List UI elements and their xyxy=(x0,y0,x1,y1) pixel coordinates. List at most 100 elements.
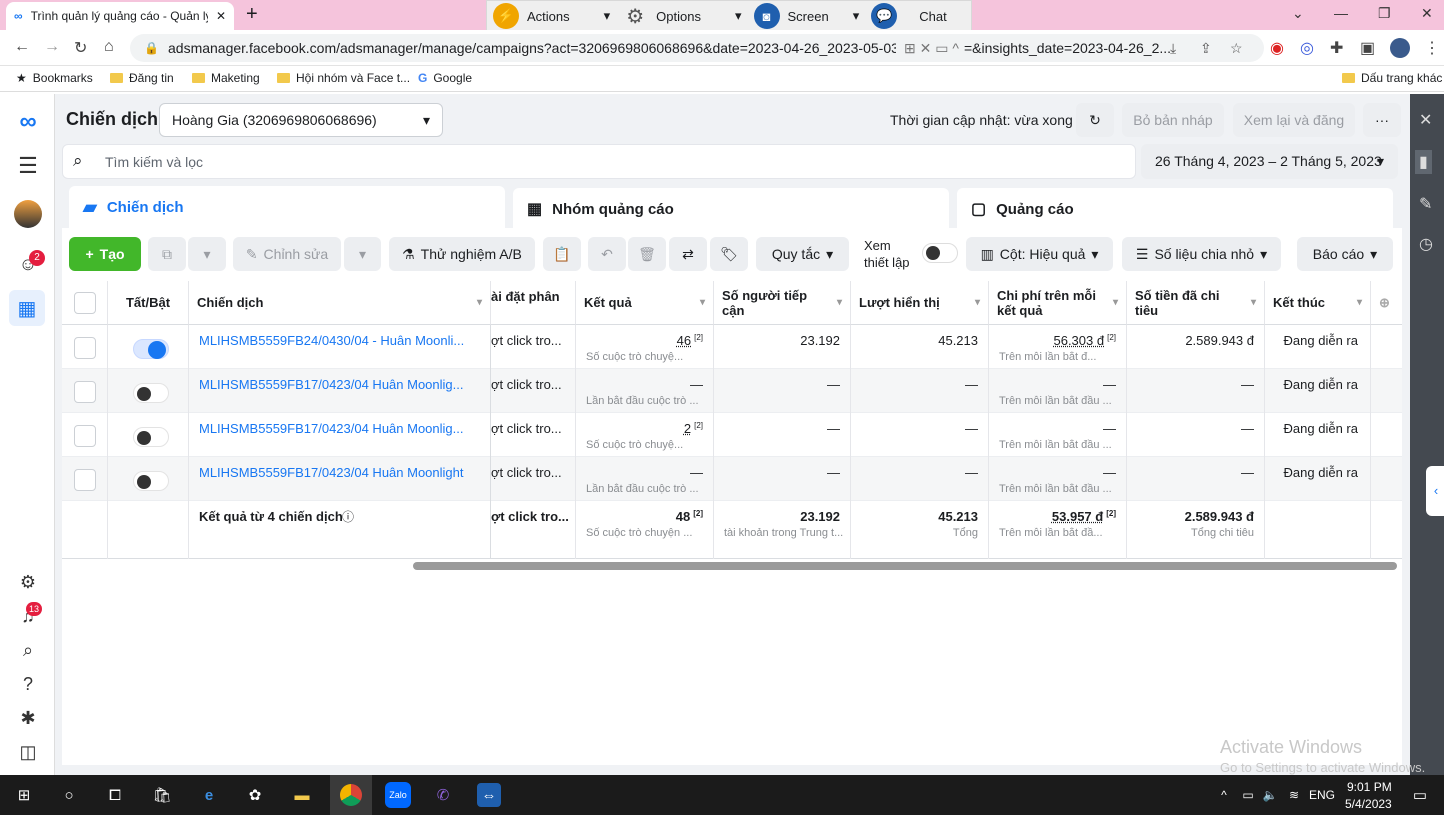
reach-header[interactable]: Số người tiếp cận ▾ xyxy=(714,281,851,325)
browser-tab[interactable]: ∞ Trình quản lý quảng cáo - Quản lý ✕ xyxy=(6,2,234,30)
info-icon[interactable]: ⓘ xyxy=(342,508,354,525)
clock-time[interactable]: 9:01 PM xyxy=(1347,780,1392,794)
search-circle-icon[interactable]: ○ xyxy=(57,783,81,807)
campaign-header[interactable]: Chiến dịch ▾ xyxy=(189,281,491,325)
toggle-header[interactable]: Tất/Bật xyxy=(108,281,189,325)
close-tab-icon[interactable]: ✕ xyxy=(216,9,226,23)
bug-icon[interactable]: ✱ xyxy=(14,704,42,732)
settings-icon[interactable]: ⚙ xyxy=(14,568,42,596)
extension-icon[interactable]: ◎ xyxy=(1300,38,1314,58)
review-publish-button[interactable]: Xem lại và đăng xyxy=(1233,103,1355,137)
pencil-icon[interactable]: ✎ xyxy=(1419,194,1432,214)
new-tab-button[interactable]: + xyxy=(246,4,258,24)
results-header[interactable]: Kết quả ▾ xyxy=(576,281,714,325)
meta-logo-icon[interactable]: ∞ xyxy=(14,108,42,136)
tab-search-icon[interactable]: ⌄ xyxy=(1292,5,1304,22)
forward-icon[interactable]: → xyxy=(44,38,60,56)
date-range-picker[interactable]: 26 Tháng 4, 2023 – 2 Tháng 5, 2023 ▾ xyxy=(1141,144,1398,179)
cpr-header[interactable]: Chi phí trên mỗi kết quả ▾ xyxy=(989,281,1127,325)
back-icon[interactable]: ← xyxy=(14,38,30,56)
chrome-taskbar-item[interactable] xyxy=(330,775,372,815)
extension-record-icon[interactable]: ◉ xyxy=(1270,38,1284,58)
collapse-panel-icon[interactable]: ‹ xyxy=(1426,466,1444,516)
campaigns-nav-icon[interactable]: ▦ xyxy=(9,290,45,326)
options-button[interactable]: ⚙ Options ▾ xyxy=(616,3,747,29)
wifi-icon[interactable]: ≋ xyxy=(1282,783,1306,807)
edge-icon[interactable]: e xyxy=(197,783,221,807)
row-checkbox[interactable] xyxy=(74,469,96,491)
notification-center-icon[interactable]: ▭ xyxy=(1408,783,1432,807)
table-row[interactable]: MLIHSMB5559FB24/0430/04 - Huân Moonli...… xyxy=(62,325,1402,369)
viber-icon[interactable]: ✆ xyxy=(431,783,455,807)
ab-test-button[interactable]: ⚗ Thử nghiệm A/B xyxy=(389,237,535,271)
add-column-icon[interactable]: ⊕ xyxy=(1371,281,1402,325)
columns-button[interactable]: ▥ Cột: Hiệu quả ▾ xyxy=(966,237,1113,271)
campaign-toggle[interactable] xyxy=(133,471,169,491)
tab-adsets[interactable]: ▦ Nhóm quảng cáo xyxy=(513,188,949,230)
close-icon[interactable]: ✕ xyxy=(1419,110,1432,130)
campaign-name-link[interactable]: MLIHSMB5559FB24/0430/04 - Huân Moonli... xyxy=(199,333,471,348)
bookmark-other[interactable]: Dấu trang khác xyxy=(1342,71,1442,85)
reports-button[interactable]: Báo cáo ▾ xyxy=(1297,237,1393,271)
row-checkbox[interactable] xyxy=(74,381,96,403)
more-button[interactable]: ··· xyxy=(1363,103,1401,137)
undo-button[interactable]: ↶ xyxy=(588,237,626,271)
star-icon[interactable]: ☆ xyxy=(1230,34,1243,62)
horizontal-scrollbar[interactable] xyxy=(413,562,1397,570)
export-button[interactable]: ⇄ xyxy=(669,237,707,271)
maximize-icon[interactable]: ❐ xyxy=(1378,5,1391,22)
attribution-header[interactable]: ài đặt phân xyxy=(491,281,576,325)
sidepanel-icon[interactable]: ▣ xyxy=(1360,38,1375,58)
bookmarks-item[interactable]: ★ Bookmarks xyxy=(16,71,93,85)
task-view-icon[interactable]: ⧠ xyxy=(103,783,127,807)
duplicate-menu-button[interactable]: ▾ xyxy=(188,237,226,271)
campaign-name-link[interactable]: MLIHSMB5559FB17/0423/04 Huân Moonlig... xyxy=(199,421,471,436)
screen-button[interactable]: ◙ Screen ▾ xyxy=(748,3,866,29)
edit-button[interactable]: ✎ Chỉnh sửa xyxy=(233,237,341,271)
tag-button[interactable]: 🏷 xyxy=(710,237,748,271)
row-checkbox[interactable] xyxy=(74,337,96,359)
delete-button[interactable]: 🗑 xyxy=(628,237,666,271)
minimize-icon[interactable]: — xyxy=(1334,5,1348,21)
install-icon[interactable]: ⤓ xyxy=(1170,34,1176,62)
menu-dots-icon[interactable]: ⋮ xyxy=(1424,38,1440,58)
tab-campaigns[interactable]: ▰ Chiến dịch xyxy=(69,186,505,228)
windows-start-icon[interactable]: ⊞ xyxy=(12,783,36,807)
store-icon[interactable]: 🛍 xyxy=(150,783,174,807)
file-explorer-icon[interactable]: ▬ xyxy=(290,783,314,807)
bookmark-hoi-nhom[interactable]: Hội nhóm và Face t... xyxy=(277,71,410,85)
campaign-toggle[interactable] xyxy=(133,383,169,403)
volume-icon[interactable]: 🔈 xyxy=(1258,783,1282,807)
close-window-icon[interactable]: ✕ xyxy=(1421,5,1433,22)
profile-avatar[interactable] xyxy=(1390,38,1410,58)
reload-icon[interactable]: ↻ xyxy=(74,38,87,58)
campaign-name-link[interactable]: MLIHSMB5559FB17/0423/04 Huân Moonlig... xyxy=(199,377,471,392)
impressions-header[interactable]: Lượt hiển thị ▾ xyxy=(851,281,989,325)
share-icon[interactable]: ⇪ xyxy=(1200,34,1212,62)
puzzle-icon[interactable]: ✚ xyxy=(1330,38,1343,58)
url-field[interactable]: 🔒 adsmanager.facebook.com/adsmanager/man… xyxy=(130,34,1264,62)
spent-header[interactable]: Số tiền đã chi tiêu ▾ xyxy=(1127,281,1265,325)
chat-button[interactable]: 💬 Chat xyxy=(865,3,952,29)
bookmark-maketing[interactable]: Maketing xyxy=(192,71,260,85)
row-checkbox[interactable] xyxy=(74,425,96,447)
campaign-toggle[interactable] xyxy=(133,427,169,447)
zalo-icon[interactable]: Zalo xyxy=(385,782,411,808)
language-indicator[interactable]: ENG xyxy=(1309,788,1335,802)
create-button[interactable]: + Tạo xyxy=(69,237,141,271)
rules-button[interactable]: Quy tắc ▾ xyxy=(756,237,849,271)
tab-ads[interactable]: ▢ Quảng cáo xyxy=(957,188,1393,230)
refresh-button[interactable]: ↻ xyxy=(1076,103,1114,137)
campaign-toggle[interactable] xyxy=(133,339,169,359)
table-row[interactable]: MLIHSMB5559FB17/0423/04 Huân Moonlig... ợ… xyxy=(62,413,1402,457)
chart-icon[interactable]: ▮ xyxy=(1415,150,1432,174)
duplicate-button[interactable]: ⧉ xyxy=(148,237,186,271)
actions-button[interactable]: ⚡ Actions ▾ xyxy=(487,3,616,29)
bookmark-dang-tin[interactable]: Đăng tin xyxy=(110,71,174,85)
clock-icon[interactable]: ◷ xyxy=(1419,234,1433,254)
edit-menu-button[interactable]: ▾ xyxy=(344,237,381,271)
home-icon[interactable]: ⌂ xyxy=(104,38,114,56)
panel-icon[interactable]: ◫ xyxy=(14,738,42,766)
select-all-checkbox[interactable] xyxy=(74,292,96,314)
search-input[interactable]: ⌕ Tìm kiếm và lọc xyxy=(62,144,1136,179)
